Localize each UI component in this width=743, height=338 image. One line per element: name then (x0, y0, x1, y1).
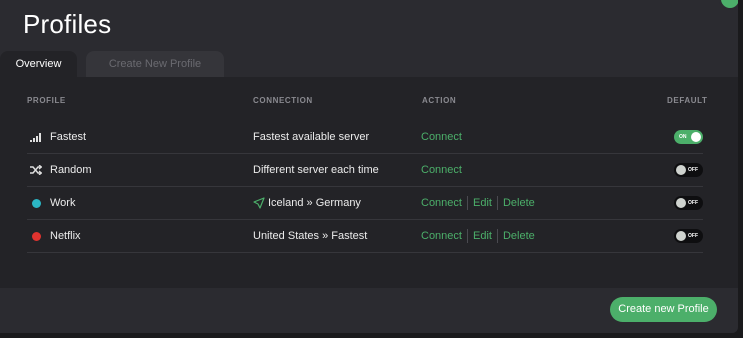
page-title: Profiles (23, 9, 112, 39)
header-profile: PROFILE (27, 96, 66, 105)
default-toggle[interactable]: ON (674, 130, 703, 144)
teal-dot-icon (29, 187, 43, 219)
action-divider (466, 196, 468, 211)
toggle-label: OFF (688, 200, 698, 206)
corner-badge-icon[interactable] (719, 0, 738, 10)
profile-name: Netflix (50, 230, 81, 242)
toggle-knob (691, 132, 701, 142)
action-divider (466, 229, 468, 244)
table-row: Netflix United States » Fastest Connect E… (27, 220, 703, 253)
create-new-profile-button[interactable]: Create new Profile (610, 297, 717, 322)
connection-cell: Iceland » Germany (253, 187, 361, 219)
connect-link[interactable]: Connect (421, 197, 462, 209)
shuffle-icon (29, 154, 43, 186)
edit-link[interactable]: Edit (473, 230, 492, 242)
default-toggle[interactable]: OFF (674, 196, 703, 210)
connection-text: Iceland » Germany (268, 197, 361, 209)
toggle-label: OFF (688, 167, 698, 173)
header-action: ACTION (422, 96, 457, 105)
route-arrow-icon (253, 197, 265, 209)
connection-text: Fastest available server (253, 131, 370, 143)
profiles-modal: Profiles Overview Create New Profile PRO… (0, 0, 738, 333)
modal-footer: Create new Profile (0, 288, 738, 333)
signal-bars-icon (29, 121, 43, 153)
connect-link[interactable]: Connect (421, 164, 462, 176)
default-toggle[interactable]: OFF (674, 163, 703, 177)
table-row: Work Iceland » Germany Connect Edit Delete… (27, 187, 703, 220)
tab-overview[interactable]: Overview (0, 51, 77, 77)
action-group: Connect Edit Delete (421, 187, 535, 219)
toggle-label: ON (679, 134, 687, 140)
red-dot-icon (29, 220, 43, 252)
delete-link[interactable]: Delete (503, 230, 535, 242)
table-row: Random Different server each time Connec… (27, 154, 703, 187)
toggle-knob (676, 198, 686, 208)
connect-link[interactable]: Connect (421, 131, 462, 143)
table-header: PROFILE CONNECTION ACTION DEFAULT (0, 77, 738, 123)
action-group: Connect Edit Delete (421, 220, 535, 252)
toggle-label: OFF (688, 233, 698, 239)
table-row: Fastest Fastest available server Connect… (27, 121, 703, 154)
header-connection: CONNECTION (253, 96, 313, 105)
action-divider (496, 196, 498, 211)
profile-name: Fastest (50, 131, 87, 143)
profiles-panel: PROFILE CONNECTION ACTION DEFAULT Fastes… (0, 77, 738, 288)
connection-text: Different server each time (253, 164, 379, 176)
toggle-knob (676, 165, 686, 175)
edit-link[interactable]: Edit (473, 197, 492, 209)
delete-link[interactable]: Delete (503, 197, 535, 209)
tab-bar: Overview Create New Profile (0, 51, 738, 77)
profile-name: Random (50, 164, 92, 176)
action-group: Connect (421, 154, 462, 186)
profile-name: Work (50, 197, 76, 209)
tab-create-new-profile[interactable]: Create New Profile (86, 51, 224, 77)
header-default: DEFAULT (667, 96, 708, 105)
default-toggle[interactable]: OFF (674, 229, 703, 243)
toggle-knob (676, 231, 686, 241)
action-divider (496, 229, 498, 244)
connect-link[interactable]: Connect (421, 230, 462, 242)
action-group: Connect (421, 121, 462, 153)
connection-text: United States » Fastest (253, 230, 368, 242)
